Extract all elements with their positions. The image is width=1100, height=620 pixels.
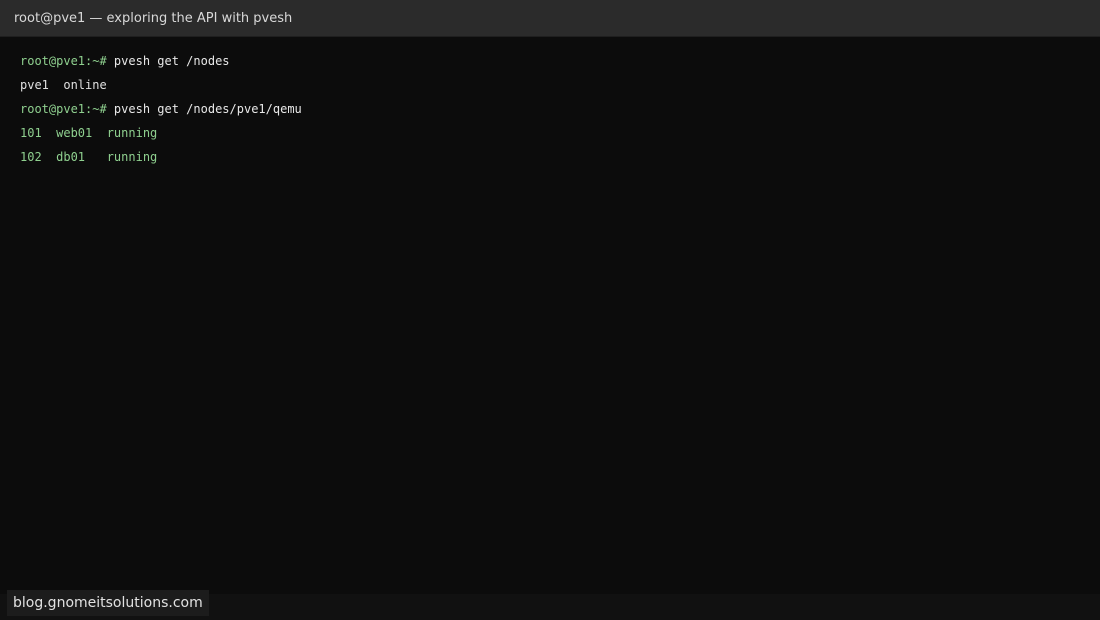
terminal-line-command: root@pve1:~# pvesh get /nodes (20, 49, 1080, 73)
shell-prompt: root@pve1:~# (20, 54, 107, 68)
shell-prompt: root@pve1:~# (20, 102, 107, 116)
title-bar[interactable]: root@pve1 — exploring the API with pvesh (0, 0, 1100, 37)
terminal-output[interactable]: root@pve1:~# pvesh get /nodes pve1 onlin… (20, 49, 1080, 169)
terminal-line-output: 102 db01 running (20, 150, 158, 164)
window-title: root@pve1 — exploring the API with pvesh (14, 11, 293, 26)
terminal-line-output: 101 web01 running (20, 126, 158, 140)
watermark-label: blog.gnomeitsolutions.com (7, 590, 209, 616)
terminal-line-command: root@pve1:~# pvesh get /nodes/pve1/qemu (20, 97, 1080, 121)
shell-command: pvesh get /nodes (106, 54, 230, 68)
terminal-line-output: pve1 online (20, 78, 107, 92)
shell-command: pvesh get /nodes/pve1/qemu (106, 102, 302, 116)
terminal-window: root@pve1 — exploring the API with pvesh… (0, 0, 1100, 620)
